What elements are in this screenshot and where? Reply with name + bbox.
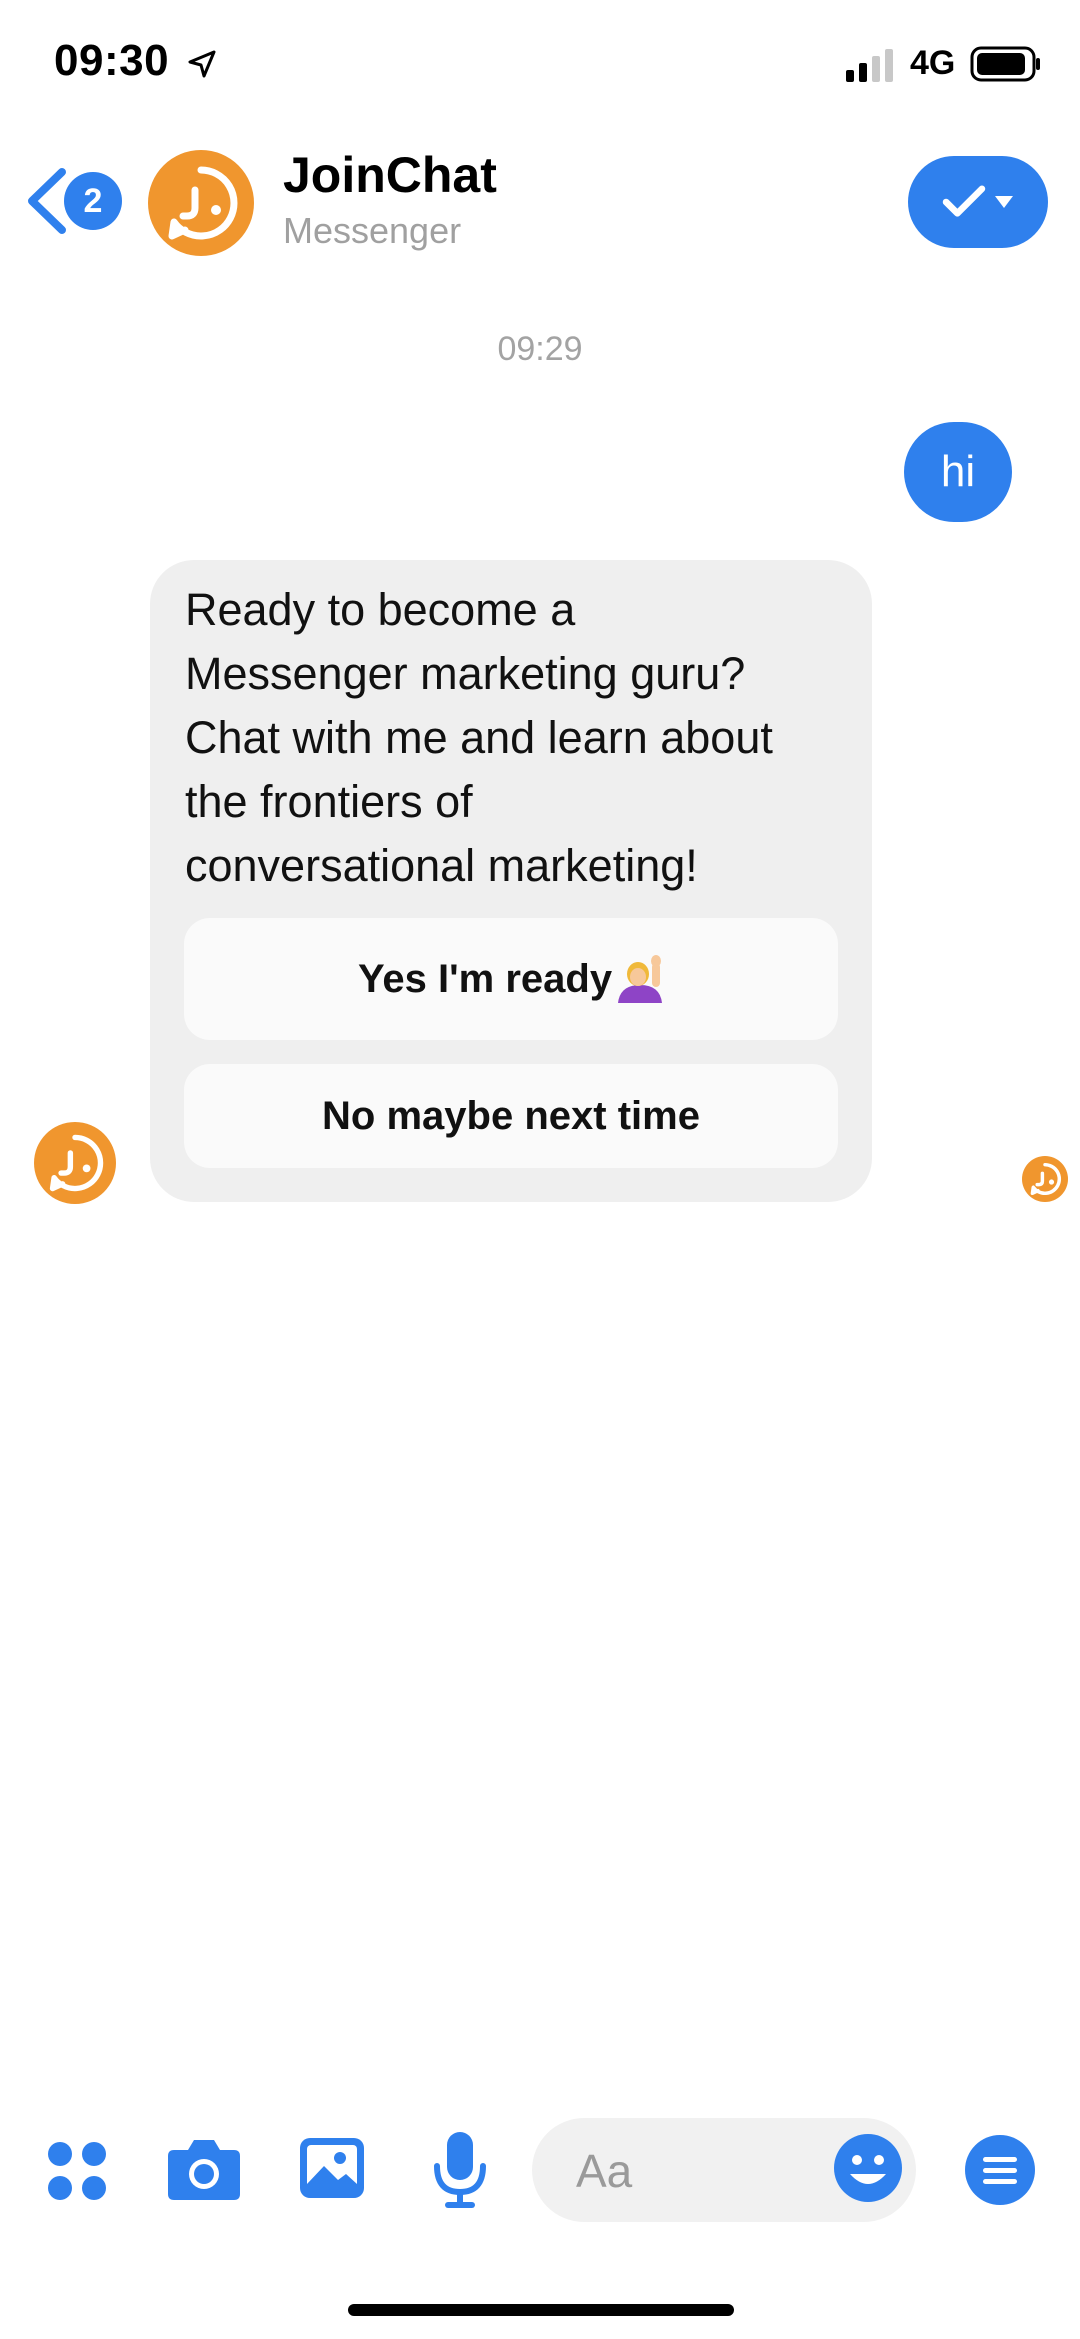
done-dropdown-button[interactable]	[908, 156, 1048, 248]
joinchat-logo-icon	[168, 166, 238, 240]
location-arrow-icon	[188, 50, 216, 78]
joinchat-logo-icon	[49, 1134, 104, 1192]
incoming-message-text: Ready to become a Messenger marketing gu…	[185, 584, 773, 891]
quick-reply-label: Yes I'm ready	[357, 956, 613, 1001]
joinchat-logo-icon	[1030, 1162, 1062, 1196]
bot-menu-icon[interactable]	[964, 2134, 1036, 2206]
quick-reply-no-button[interactable]: No maybe next time	[184, 1064, 838, 1168]
cellular-signal-icon	[846, 49, 893, 82]
quick-reply-label: No maybe next time	[322, 1093, 700, 1138]
chat-subtitle: Messenger	[283, 210, 462, 251]
message-timestamp: 09:29	[497, 330, 583, 368]
chat-title: JoinChat	[283, 147, 497, 203]
battery-icon	[970, 46, 1040, 82]
outgoing-message-bubble[interactable]: hi	[904, 422, 1012, 522]
more-apps-icon[interactable]	[46, 2140, 108, 2202]
unread-count-badge[interactable]: 2	[64, 172, 122, 230]
microphone-icon[interactable]	[432, 2130, 488, 2210]
read-receipt-avatar	[1022, 1156, 1068, 1202]
status-time: 09:30	[54, 36, 170, 85]
photo-gallery-icon[interactable]	[298, 2134, 366, 2202]
camera-icon[interactable]	[166, 2134, 242, 2202]
joinchat-avatar[interactable]	[148, 150, 254, 256]
quick-reply-yes-button[interactable]: Yes I'm ready	[184, 918, 838, 1040]
sender-avatar	[34, 1122, 116, 1204]
checkmark-icon	[942, 185, 986, 217]
emoji-picker-icon[interactable]	[832, 2132, 904, 2204]
person-raising-hand-emoji-icon	[618, 955, 663, 1003]
message-input-placeholder[interactable]: Aa	[576, 2144, 632, 2198]
network-type: 4G	[910, 44, 956, 82]
home-indicator[interactable]	[348, 2304, 734, 2316]
caret-down-icon	[995, 196, 1013, 208]
